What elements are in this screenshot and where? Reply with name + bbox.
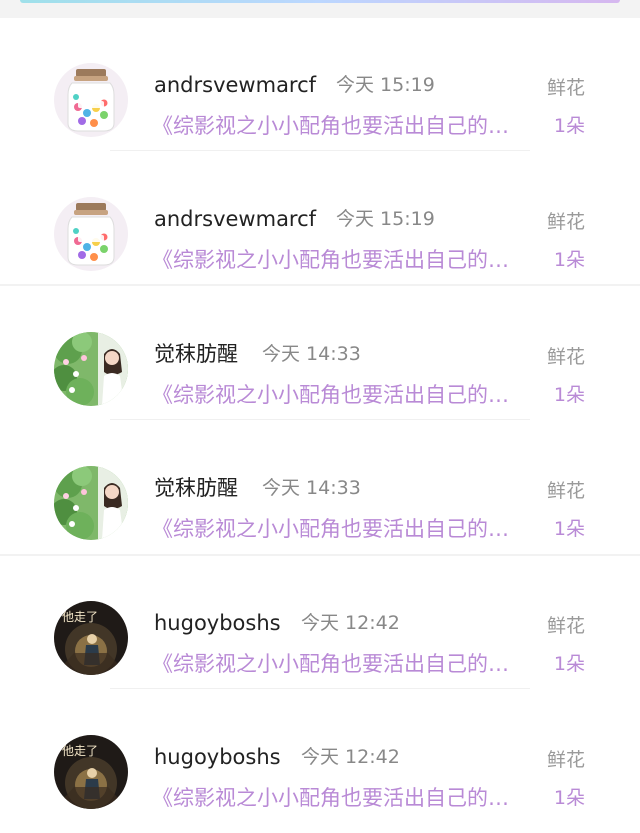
sender-name[interactable]: andrsvewmarcf bbox=[154, 71, 316, 99]
list-item[interactable]: 觉秣肪醒 今天 14:33 鲜花 《综影视之小小配角也要活出自己的… 1朵 bbox=[0, 430, 640, 564]
list-item[interactable]: 他走了 hugoyboshs 今天 12:42 鲜花 《综影视之小小配角也要活出… bbox=[0, 565, 640, 699]
gift-type-label: 鲜花 bbox=[546, 615, 585, 637]
sender-name[interactable]: 觉秣肪醒 bbox=[154, 474, 238, 502]
list-item[interactable]: 他走了 hugoyboshs 今天 12:42 鲜花 《综影视之小小配角也要活出… bbox=[0, 699, 640, 833]
row-divider bbox=[110, 688, 530, 689]
book-title-link[interactable]: 《综影视之小小配角也要活出自己的… bbox=[152, 245, 537, 275]
gift-type-label: 鲜花 bbox=[546, 749, 585, 771]
night-figure-avatar[interactable]: 他走了 bbox=[54, 735, 128, 809]
gift-type-label: 鲜花 bbox=[546, 346, 585, 368]
gift-count: 1朵 bbox=[553, 384, 585, 406]
avatar-caption: 他走了 bbox=[62, 744, 98, 758]
timestamp: 今天 15:19 bbox=[336, 74, 435, 96]
gift-message-list: andrsvewmarcf 今天 15:19 鲜花 《综影视之小小配角也要活出自… bbox=[0, 0, 640, 831]
sender-name[interactable]: hugoyboshs bbox=[154, 743, 281, 771]
timestamp: 今天 12:42 bbox=[301, 612, 400, 634]
sender-name[interactable]: andrsvewmarcf bbox=[154, 205, 316, 233]
book-title-link[interactable]: 《综影视之小小配角也要活出自己的… bbox=[152, 649, 537, 679]
gift-type-label: 鲜花 bbox=[546, 77, 585, 99]
gift-count: 1朵 bbox=[553, 653, 585, 675]
book-title-link[interactable]: 《综影视之小小配角也要活出自己的… bbox=[152, 111, 537, 141]
timestamp: 今天 15:19 bbox=[336, 208, 435, 230]
list-item[interactable]: 觉秣肪醒 今天 14:33 鲜花 《综影视之小小配角也要活出自己的… 1朵 bbox=[0, 296, 640, 430]
timestamp: 今天 12:42 bbox=[301, 746, 400, 768]
sender-name[interactable]: hugoyboshs bbox=[154, 609, 281, 637]
book-title-link[interactable]: 《综影视之小小配角也要活出自己的… bbox=[152, 783, 537, 813]
row-divider bbox=[110, 150, 530, 151]
book-title-link[interactable]: 《综影视之小小配角也要活出自己的… bbox=[152, 380, 537, 410]
sender-name[interactable]: 觉秣肪醒 bbox=[154, 340, 238, 368]
candy-jar-avatar[interactable] bbox=[54, 63, 128, 137]
book-title-link[interactable]: 《综影视之小小配角也要活出自己的… bbox=[152, 514, 537, 544]
timestamp: 今天 14:33 bbox=[262, 343, 361, 365]
night-figure-avatar[interactable]: 他走了 bbox=[54, 601, 128, 675]
girl-flowers-avatar[interactable] bbox=[54, 466, 128, 540]
avatar-caption: 他走了 bbox=[62, 610, 98, 624]
row-divider bbox=[110, 419, 530, 420]
group-divider bbox=[0, 284, 640, 286]
gift-count: 1朵 bbox=[553, 249, 585, 271]
gift-count: 1朵 bbox=[553, 115, 585, 137]
timestamp: 今天 14:33 bbox=[262, 477, 361, 499]
gift-count: 1朵 bbox=[553, 787, 585, 809]
gift-type-label: 鲜花 bbox=[546, 211, 585, 233]
gift-count: 1朵 bbox=[553, 518, 585, 540]
candy-jar-avatar[interactable] bbox=[54, 197, 128, 271]
group-divider bbox=[0, 554, 640, 556]
girl-flowers-avatar[interactable] bbox=[54, 332, 128, 406]
list-item[interactable]: andrsvewmarcf 今天 15:19 鲜花 《综影视之小小配角也要活出自… bbox=[0, 161, 640, 295]
list-item[interactable]: andrsvewmarcf 今天 15:19 鲜花 《综影视之小小配角也要活出自… bbox=[0, 27, 640, 161]
gift-type-label: 鲜花 bbox=[546, 480, 585, 502]
